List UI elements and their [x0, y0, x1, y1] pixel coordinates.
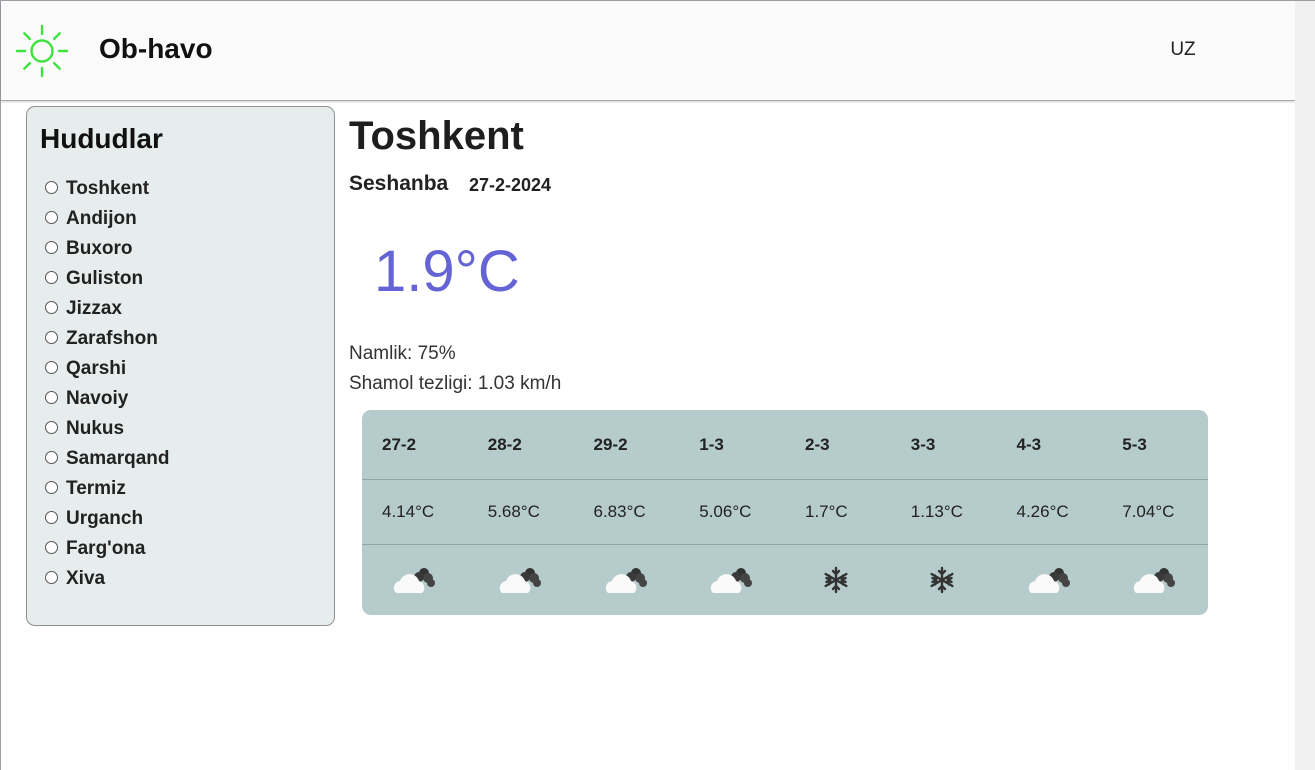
forecast-temp: 4.26°C [1016, 502, 1069, 521]
region-option[interactable]: Termiz [45, 474, 169, 504]
forecast-dates-row: 27-2 28-2 29-2 1-3 2-3 3-3 4-3 5-3 [362, 410, 1208, 480]
region-option[interactable]: Farg'ona [45, 534, 169, 564]
region-option[interactable]: Jizzax [45, 294, 169, 324]
region-label: Zarafshon [66, 328, 158, 349]
forecast-temp: 7.04°C [1122, 502, 1175, 521]
region-label: Urganch [66, 508, 144, 529]
current-date: 27-2-2024 [469, 175, 552, 195]
sun-icon [15, 24, 69, 78]
region-label: Farg'ona [66, 538, 146, 559]
region-label: Guliston [66, 268, 144, 289]
region-radio[interactable] [45, 240, 58, 254]
window-border-left [0, 0, 1, 770]
current-temperature: 1.9°C [374, 239, 520, 304]
region-radio[interactable] [45, 510, 58, 524]
region-label: Samarqand [66, 448, 170, 469]
region-radio[interactable] [45, 180, 58, 194]
cloudy-icon [574, 545, 680, 615]
region-option[interactable]: Qarshi [45, 354, 169, 384]
forecast-temps-row: 4.14°C 5.68°C 6.83°C 5.06°C 1.7°C 1.13°C 4.26°… [362, 480, 1208, 545]
cloudy-icon [1102, 545, 1208, 615]
region-option[interactable]: Samarqand [45, 444, 169, 474]
region-option[interactable]: Urganch [45, 504, 169, 534]
forecast-temp: 5.68°C [487, 502, 540, 521]
day-name: Seshanba [349, 172, 449, 195]
forecast-table: 27-2 28-2 29-2 1-3 2-3 3-3 4-3 5-3 4.14°C 5.68°C… [362, 410, 1208, 615]
region-label: Xiva [66, 568, 106, 589]
region-label: Nukus [66, 418, 125, 439]
cloudy-icon [997, 545, 1103, 615]
forecast-temp: 1.7°C [805, 502, 848, 521]
region-option[interactable]: Andijon [45, 204, 169, 234]
scrollbar[interactable] [1295, 1, 1315, 770]
region-radio[interactable] [45, 210, 58, 224]
app-header: Ob-havo UZ [1, 1, 1295, 101]
app-title: Ob-havo [99, 33, 213, 64]
region-list: Toshkent Andijon Buxoro Guliston Jizzax Zaraf… [45, 174, 169, 594]
humidity-text: Namlik: 75% [349, 343, 456, 364]
forecast-date: 2-3 [805, 434, 830, 454]
forecast-date: 5-3 [1122, 434, 1147, 454]
forecast-temp: 4.14°C [382, 502, 435, 521]
cloudy-icon [679, 545, 785, 615]
forecast-temp: 5.06°C [699, 502, 752, 521]
region-radio[interactable] [45, 390, 58, 404]
city-title: Toshkent [349, 114, 524, 158]
region-label: Jizzax [66, 298, 122, 319]
region-option[interactable]: Toshkent [45, 174, 169, 204]
regions-title: Hududlar [40, 123, 163, 154]
region-option[interactable]: Zarafshon [45, 324, 169, 354]
forecast-date: 27-2 [382, 434, 417, 454]
region-radio[interactable] [45, 420, 58, 434]
region-radio[interactable] [45, 450, 58, 464]
wind-speed-text: Shamol tezligi: 1.03 km/h [349, 373, 562, 394]
region-label: Qarshi [66, 358, 127, 379]
region-radio[interactable] [45, 570, 58, 584]
forecast-date: 1-3 [699, 434, 724, 454]
region-radio[interactable] [45, 300, 58, 314]
language-selector[interactable]: UZ [1161, 39, 1205, 61]
forecast-date: 28-2 [487, 434, 522, 454]
region-option[interactable]: Navoiy [45, 384, 169, 414]
region-label: Andijon [66, 208, 137, 229]
region-radio[interactable] [45, 480, 58, 494]
forecast-date: 29-2 [593, 434, 628, 454]
forecast-icons-row [362, 545, 1208, 615]
cloudy-icon [362, 545, 468, 615]
region-option[interactable]: Nukus [45, 414, 169, 444]
region-option[interactable]: Xiva [45, 564, 169, 594]
region-radio[interactable] [45, 330, 58, 344]
region-label: Navoiy [66, 388, 129, 409]
forecast-temp: 1.13°C [910, 502, 963, 521]
region-radio[interactable] [45, 540, 58, 554]
region-label: Toshkent [66, 178, 150, 199]
regions-panel: Hududlar Toshkent Andijon Buxoro Guliston Ji… [26, 106, 335, 626]
cloudy-icon [468, 545, 574, 615]
snow-icon [785, 545, 891, 615]
forecast-temp: 6.83°C [593, 502, 646, 521]
region-radio[interactable] [45, 270, 58, 284]
forecast-date: 3-3 [910, 434, 936, 454]
forecast-date: 4-3 [1016, 434, 1042, 454]
snow-icon [891, 545, 997, 615]
region-radio[interactable] [45, 360, 58, 374]
region-option[interactable]: Buxoro [45, 234, 169, 264]
region-label: Buxoro [66, 238, 133, 259]
region-label: Termiz [66, 478, 126, 499]
region-option[interactable]: Guliston [45, 264, 169, 294]
